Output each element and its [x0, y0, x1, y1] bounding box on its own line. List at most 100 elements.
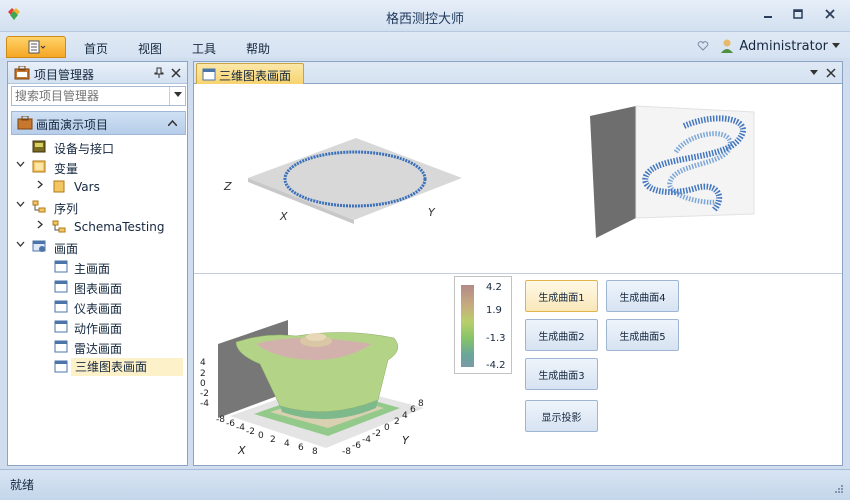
svg-text:6: 6: [410, 405, 416, 415]
window-title: 格西测控大师: [385, 12, 464, 27]
tree-item-3d-chart-screen[interactable]: 三维图表画面: [8, 357, 187, 377]
tree-item-vars[interactable]: Vars: [8, 177, 187, 197]
menu-view[interactable]: 视图: [138, 40, 162, 57]
tree-item-main-screen[interactable]: 主画面: [8, 257, 187, 277]
generate-surface-5-button[interactable]: 生成曲面5: [606, 319, 679, 351]
menu-tools[interactable]: 工具: [192, 40, 216, 57]
project-header[interactable]: 画面演示项目: [11, 111, 186, 135]
color-gradient: [461, 285, 474, 367]
folder-icon: [53, 180, 65, 193]
svg-text:-4: -4: [200, 399, 209, 409]
3d-helix-chart[interactable]: [584, 92, 774, 242]
chevron-down-icon: [832, 43, 840, 48]
svg-text:-8: -8: [216, 415, 225, 425]
close-button[interactable]: [817, 6, 843, 24]
variables-icon: [32, 160, 46, 173]
project-tree: 设备与接口 变量 Vars 序列 SchemaTesting 画面 主画面 图表…: [8, 137, 187, 377]
resize-grip-icon[interactable]: [834, 484, 844, 494]
search-box[interactable]: [11, 86, 186, 106]
svg-text:-6: -6: [352, 441, 361, 451]
window-icon: [54, 340, 68, 353]
pin-icon[interactable]: [154, 67, 164, 79]
chevron-up-icon[interactable]: [168, 120, 177, 126]
search-input[interactable]: [12, 87, 167, 105]
menu-bar: 首页 视图 工具 帮助 Administrator: [0, 32, 850, 58]
svg-text:2: 2: [270, 435, 276, 445]
generate-surface-3-button[interactable]: 生成曲面3: [525, 358, 598, 390]
chevron-down-icon[interactable]: [16, 200, 25, 212]
x-axis-label: X: [237, 444, 246, 457]
svg-text:-2: -2: [372, 429, 381, 439]
panel-title: 项目管理器: [34, 68, 95, 82]
user-menu[interactable]: Administrator: [697, 37, 840, 55]
minimize-button[interactable]: [755, 6, 781, 24]
close-icon[interactable]: [826, 68, 836, 78]
device-icon: [32, 140, 46, 153]
svg-text:-4: -4: [236, 423, 245, 433]
close-icon: [825, 9, 835, 19]
chevron-down-icon[interactable]: [16, 160, 25, 172]
y-axis-label: Y: [402, 434, 410, 447]
search-dropdown-button[interactable]: [169, 87, 185, 105]
heart-icon[interactable]: [697, 40, 709, 52]
chevron-right-icon[interactable]: [36, 220, 45, 232]
window-icon: [54, 360, 68, 373]
user-avatar-icon: [721, 39, 734, 53]
title-bar: 格西测控大师: [0, 0, 850, 32]
maximize-icon: [793, 9, 803, 19]
project-manager-panel: 项目管理器 画面演示项目 设备与接口 变量: [7, 61, 188, 466]
svg-text:4: 4: [402, 411, 408, 421]
tree-item-sequence[interactable]: 序列: [8, 197, 187, 217]
generate-surface-1-button[interactable]: 生成曲面1: [525, 280, 598, 312]
maximize-button[interactable]: [785, 6, 811, 24]
menu-icon: [28, 40, 46, 54]
tree-item-radar-screen[interactable]: 雷达画面: [8, 337, 187, 357]
svg-text:4: 4: [200, 358, 206, 368]
window-icon: [54, 320, 68, 333]
close-icon[interactable]: [171, 68, 181, 78]
generate-surface-2-button[interactable]: 生成曲面2: [525, 319, 598, 351]
chevron-down-icon[interactable]: [16, 240, 25, 252]
chart-divider: [194, 273, 842, 274]
tree-item-action-screen[interactable]: 动作画面: [8, 317, 187, 337]
tree-item-variables[interactable]: 变量: [8, 157, 187, 177]
project-manager-icon: [14, 66, 30, 80]
project-name: 画面演示项目: [36, 118, 109, 132]
menu-help[interactable]: 帮助: [246, 40, 270, 57]
3d-ring-chart[interactable]: Z X Y: [214, 120, 474, 230]
tree-item-schematesting[interactable]: SchemaTesting: [8, 217, 187, 237]
window-icon: [54, 280, 68, 293]
svg-text:8: 8: [418, 399, 424, 409]
generate-surface-4-button[interactable]: 生成曲面4: [606, 280, 679, 312]
minimize-icon: [764, 16, 772, 18]
svg-text:8: 8: [312, 447, 318, 457]
tree-item-chart-screen[interactable]: 图表画面: [8, 277, 187, 297]
window-icon: [54, 260, 68, 273]
tree-item-screens[interactable]: 画面: [8, 237, 187, 257]
sequence-icon: [52, 220, 66, 233]
document-panel: 三维图表画面 Z X Y 4 2 0 -2 -4 -8 -6 -4 -2 0 2…: [193, 61, 843, 466]
window-icon: [54, 300, 68, 313]
menu-home[interactable]: 首页: [84, 40, 108, 57]
svg-text:6: 6: [298, 443, 304, 453]
tree-item-gauge-screen[interactable]: 仪表画面: [8, 297, 187, 317]
chevron-right-icon[interactable]: [36, 180, 45, 192]
user-name: Administrator: [739, 38, 828, 54]
svg-text:-8: -8: [342, 447, 351, 457]
svg-text:2: 2: [200, 369, 206, 379]
svg-text:0: 0: [384, 423, 390, 433]
status-bar: 就绪: [0, 469, 850, 500]
color-scale-legend: 4.2 1.9 -1.3 -4.2: [454, 276, 512, 374]
chevron-down-icon[interactable]: [810, 70, 818, 76]
3d-surface-chart[interactable]: 4 2 0 -2 -4 -8 -6 -4 -2 0 2 4 6 8 -8 -6 …: [196, 308, 436, 458]
svg-text:0: 0: [258, 431, 264, 441]
tab-3d-chart-screen[interactable]: 三维图表画面: [196, 63, 304, 84]
tree-item-devices[interactable]: 设备与接口: [8, 137, 187, 157]
document-tab-bar: 三维图表画面: [194, 62, 842, 84]
application-menu-button[interactable]: [6, 36, 66, 58]
screen-group-icon: [32, 240, 46, 252]
svg-text:-2: -2: [200, 389, 209, 399]
x-axis-label: X: [279, 210, 288, 223]
show-projection-button[interactable]: 显示投影: [525, 400, 598, 432]
chevron-down-icon: [173, 92, 182, 97]
